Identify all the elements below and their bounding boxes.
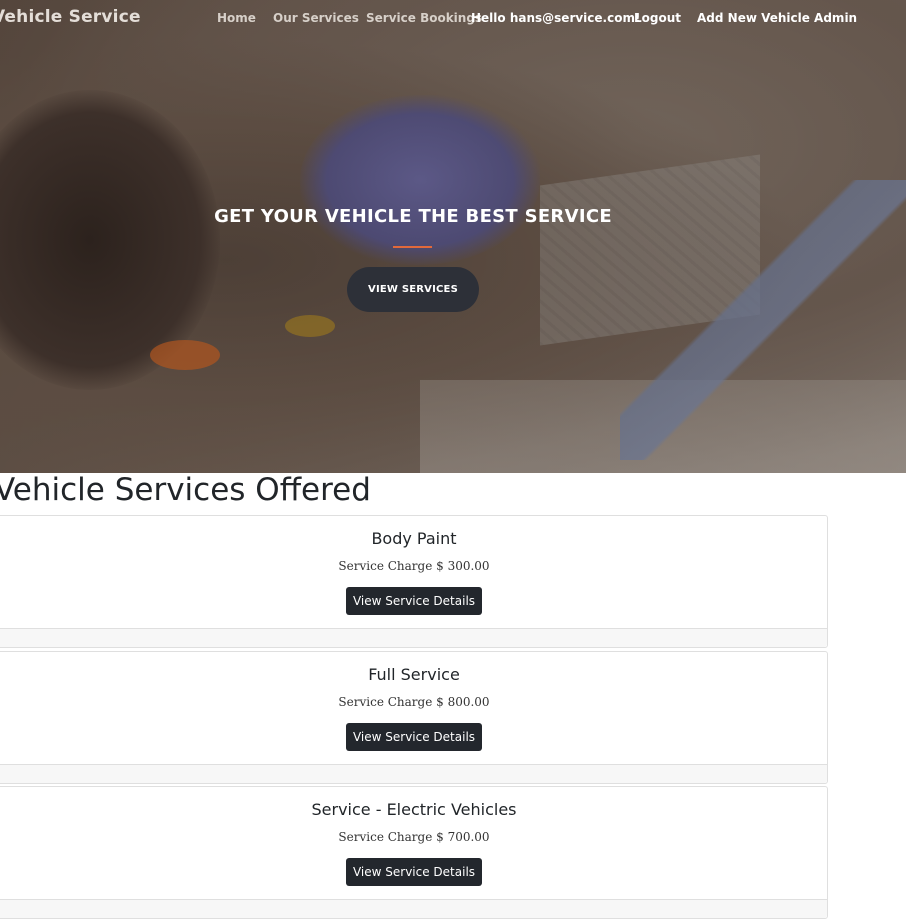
hero-divider [393, 246, 432, 248]
hero-image-glove [300, 95, 540, 265]
hero-image-plate [540, 154, 760, 346]
service-charge: Service Charge $ 300.00 [338, 559, 490, 573]
service-card: Service - Electric Vehicles Service Char… [0, 786, 828, 919]
card-footer [0, 899, 827, 918]
service-charge: Service Charge $ 800.00 [338, 695, 490, 709]
view-service-details-button[interactable]: View Service Details [346, 858, 482, 886]
card-footer [0, 764, 827, 783]
hero-image-detail-2 [285, 315, 335, 337]
services-heading: Vehicle Services Offered [0, 472, 371, 508]
hero-banner: Vehicle Service Home Our Services Servic… [0, 0, 906, 473]
service-card: Full Service Service Charge $ 800.00 Vie… [0, 651, 828, 784]
nav-add-vehicle-admin[interactable]: Add New Vehicle Admin [697, 11, 857, 25]
brand-logo[interactable]: Vehicle Service [0, 7, 141, 27]
view-services-button[interactable]: VIEW SERVICES [347, 267, 479, 312]
view-service-details-button[interactable]: View Service Details [346, 723, 482, 751]
card-footer [0, 628, 827, 647]
service-name: Service - Electric Vehicles [311, 800, 517, 819]
nav-logout[interactable]: Logout [634, 11, 681, 25]
hero-background-image [420, 380, 906, 473]
nav-service-bookings[interactable]: Service Bookings [366, 11, 482, 25]
service-name: Body Paint [371, 529, 457, 548]
service-charge: Service Charge $ 700.00 [338, 830, 490, 844]
service-card: Body Paint Service Charge $ 300.00 View … [0, 515, 828, 648]
nav-our-services[interactable]: Our Services [273, 11, 359, 25]
view-service-details-button[interactable]: View Service Details [346, 587, 482, 615]
hero-title: GET YOUR VEHICLE THE BEST SERVICE [214, 206, 612, 227]
service-name: Full Service [368, 665, 460, 684]
hero-image-detail [150, 340, 220, 370]
hero-image-mechanic [0, 90, 220, 390]
nav-user-greeting: Hello hans@service.com! [471, 11, 641, 25]
nav-home[interactable]: Home [217, 11, 256, 25]
